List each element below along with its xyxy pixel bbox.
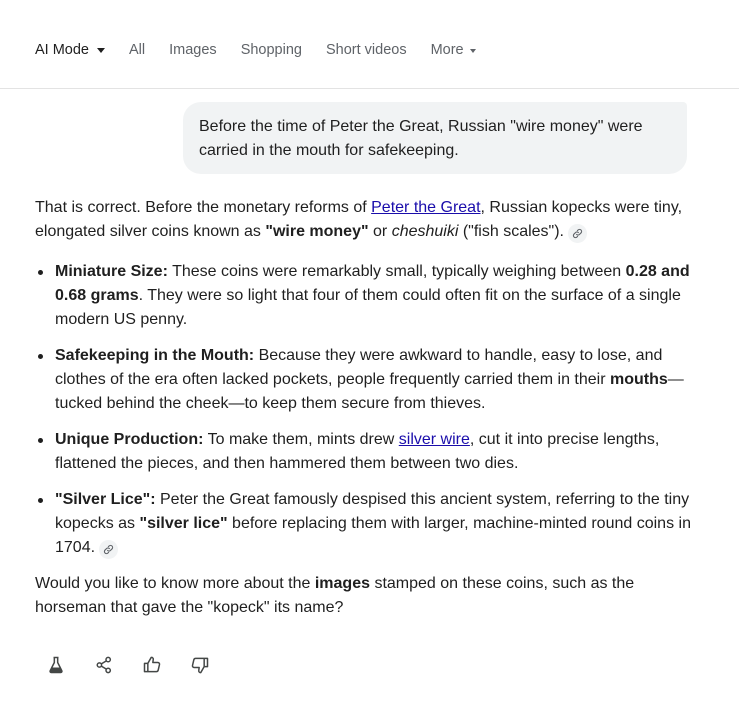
list-item-safekeeping: Safekeeping in the Mouth: Because they w…: [38, 344, 695, 416]
tab-images-label: Images: [169, 42, 217, 58]
header-divider: [0, 88, 739, 89]
list-item-miniature-size: Miniature Size: These coins were remarka…: [38, 260, 695, 332]
silver-wire-link[interactable]: silver wire: [399, 431, 470, 448]
list-item-unique-production: Unique Production: To make them, mints d…: [38, 428, 695, 476]
key-points-list: Miniature Size: These coins were remarka…: [35, 260, 695, 560]
thumbs-up-button[interactable]: [140, 653, 164, 677]
tab-shopping-label: Shopping: [240, 42, 302, 58]
tab-images[interactable]: Images: [169, 42, 217, 58]
bullet-text: . They were so light that four of them c…: [55, 287, 681, 328]
thumbs-down-button[interactable]: [188, 653, 212, 677]
user-query-bubble: Before the time of Peter the Great, Russ…: [183, 102, 687, 174]
thumbs-down-icon: [191, 657, 209, 674]
cheshuiki-term: cheshuiki: [391, 223, 459, 240]
bullet-title: Miniature Size:: [55, 263, 168, 280]
tab-short-videos-label: Short videos: [325, 42, 407, 58]
bullet-bold: mouths: [609, 371, 668, 388]
tab-ai-mode[interactable]: AI Mode: [35, 42, 105, 58]
wire-money-term: "wire money": [265, 223, 369, 240]
intro-text: ("fish scales").: [458, 223, 564, 240]
tab-ai-mode-label: AI Mode: [35, 42, 89, 58]
citation-link-button[interactable]: [568, 224, 587, 243]
tab-shopping[interactable]: Shopping: [241, 42, 302, 58]
closing-text: Would you like to know more about the: [35, 575, 315, 592]
share-icon: [96, 656, 112, 674]
ai-answer: That is correct. Before the monetary ref…: [35, 196, 695, 620]
bullet-title: Unique Production:: [55, 431, 204, 448]
tab-more-label: More: [430, 42, 464, 58]
intro-text: That is correct. Before the monetary ref…: [35, 199, 372, 216]
tab-all[interactable]: All: [129, 42, 145, 58]
intro-text: or: [368, 223, 392, 240]
response-actions: [44, 653, 212, 677]
answer-intro: That is correct. Before the monetary ref…: [35, 196, 695, 244]
tab-all-label: All: [129, 42, 146, 58]
thumbs-up-icon: [143, 656, 161, 673]
chevron-down-icon: [97, 48, 105, 53]
caret-down-icon: [469, 48, 476, 53]
peter-the-great-link[interactable]: Peter the Great: [371, 199, 480, 216]
link-icon: [103, 544, 114, 555]
citation-link-button[interactable]: [99, 540, 119, 559]
user-query-text: Before the time of Peter the Great, Russ…: [199, 118, 643, 159]
tab-short-videos[interactable]: Short videos: [326, 42, 407, 58]
bullet-title: Safekeeping in the Mouth:: [55, 347, 255, 364]
bullet-title: "Silver Lice":: [55, 491, 156, 508]
bullet-bold: "silver lice": [139, 515, 228, 532]
share-button[interactable]: [92, 653, 116, 677]
bullet-text: These coins were remarkably small, typic…: [167, 263, 626, 280]
closing-bold: images: [314, 575, 370, 592]
bullet-text: To make them, mints drew: [203, 431, 399, 448]
search-mode-tabs: AI Mode All Images Shopping Short videos…: [35, 40, 476, 60]
list-item-silver-lice: "Silver Lice": Peter the Great famously …: [38, 488, 695, 560]
link-icon: [572, 228, 583, 239]
flask-icon: [49, 656, 63, 674]
tab-more[interactable]: More: [431, 42, 476, 58]
follow-up-question: Would you like to know more about the im…: [35, 572, 695, 620]
lab-button[interactable]: [44, 653, 68, 677]
